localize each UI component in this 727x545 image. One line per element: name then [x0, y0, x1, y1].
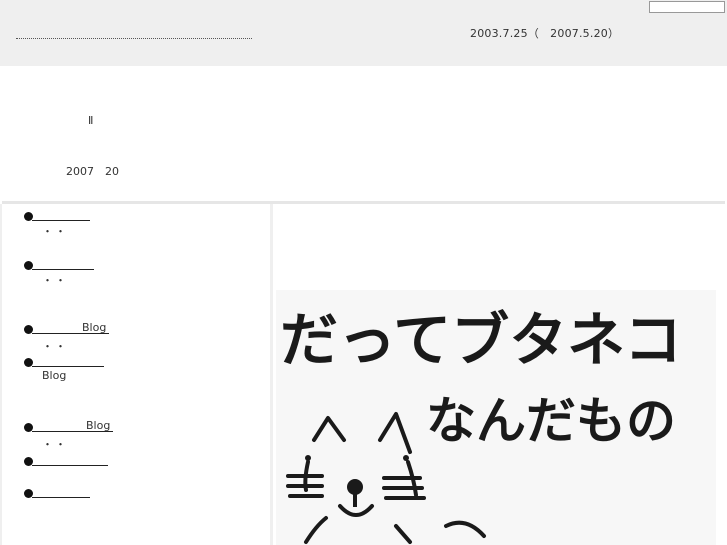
link-underline — [32, 269, 94, 270]
header-dotted-rule — [16, 38, 252, 39]
cat-illustration: だってブタネコ なんだもの — [276, 290, 716, 545]
intro-mark: Ⅱ — [88, 114, 94, 127]
image-text-line2: なんだもの — [426, 392, 676, 450]
image-text-line1: だってブタネコ — [280, 306, 682, 374]
link-underline — [32, 220, 90, 221]
nav-link-label-3: Blog — [82, 321, 107, 334]
nav-sub-2: ・・ — [42, 274, 68, 287]
link-underline — [32, 366, 104, 367]
intro-panel: Ⅱ 2007 20 — [2, 67, 725, 204]
nav-sub-4: Blog — [42, 369, 67, 382]
sidebar: ・・ ・・ Blog ・・ Blog Blog ・・ — [0, 204, 273, 545]
link-underline — [32, 465, 108, 466]
nav-sub-5: ・・ — [42, 438, 68, 451]
nav-sub-1: ・・ — [42, 225, 68, 238]
nav-sub-3: ・・ — [42, 340, 68, 353]
intro-date: 2007 20 — [66, 165, 119, 178]
site-header: 2003.7.25（ 2007.5.20） — [0, 0, 727, 66]
link-underline — [32, 497, 90, 498]
main-content: だってブタネコ なんだもの — [276, 204, 727, 545]
search-input[interactable] — [649, 1, 725, 13]
nav-link-label-5: Blog — [86, 419, 111, 432]
header-date-range: 2003.7.25（ 2007.5.20） — [470, 27, 620, 40]
